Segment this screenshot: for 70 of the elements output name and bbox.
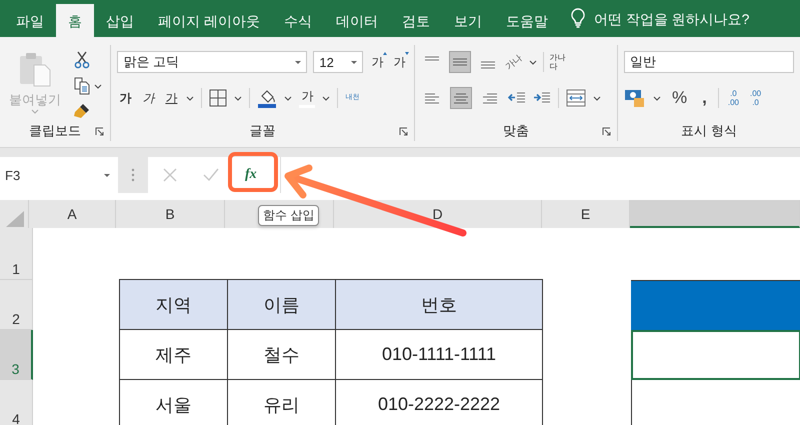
italic-button[interactable]: 가 (140, 90, 156, 106)
grip-icon (131, 168, 135, 182)
chevron-icon[interactable] (186, 96, 194, 100)
copy-icon[interactable] (74, 77, 90, 95)
name-box[interactable]: F3 (0, 157, 118, 193)
ribbon-tab[interactable]: 보기 (442, 4, 494, 37)
insert-function-button[interactable]: fx (245, 167, 257, 183)
chevron-icon[interactable] (322, 96, 330, 100)
chevron-icon[interactable] (94, 84, 102, 88)
row-header[interactable]: 4 (0, 380, 33, 425)
middle-align-icon[interactable] (448, 51, 471, 73)
dialog-launcher-icon[interactable] (398, 127, 408, 136)
fill-bucket-icon[interactable] (257, 88, 278, 108)
chevron-icon[interactable] (592, 96, 601, 100)
font-name-dropdown[interactable]: 맑은 고딕 (117, 51, 308, 73)
align-center-icon[interactable] (450, 87, 472, 109)
dialog-launcher-icon[interactable] (95, 127, 104, 136)
font-size-dropdown[interactable]: 12 (313, 51, 364, 73)
percent-button[interactable]: % (668, 88, 692, 108)
bold-button[interactable]: 가 (117, 90, 134, 106)
chevron-icon[interactable] (528, 60, 537, 64)
tooltip: 함수 삽입 (258, 205, 320, 226)
table-header-cell: 번호 (335, 279, 543, 330)
lightbulb-icon (570, 8, 586, 28)
chevron-icon[interactable] (234, 96, 242, 100)
number-format-dropdown[interactable]: 일반 (624, 51, 794, 73)
column-header[interactable]: A (29, 200, 116, 228)
table-header-cell: 지역 (119, 279, 228, 330)
increase-font-size-button[interactable]: 가 (369, 54, 386, 70)
tell-me-search[interactable]: 어떤 작업을 원하시나요? (594, 4, 750, 37)
dialog-launcher-icon[interactable] (602, 127, 611, 136)
ribbon-tab[interactable]: 홈 (56, 4, 94, 37)
chevron-icon[interactable] (653, 96, 661, 100)
increase-indent-icon[interactable] (532, 91, 551, 105)
row-header[interactable]: 2 (0, 280, 33, 330)
font-color-button[interactable]: 가 (299, 88, 316, 108)
ribbon-tab[interactable]: 데이터 (324, 4, 390, 37)
row-header[interactable]: 3 (0, 330, 33, 380)
ribbon-tab[interactable]: 검토 (390, 4, 442, 37)
decimal-button[interactable]: .0 .00 (726, 89, 741, 107)
borders-icon[interactable] (209, 89, 228, 107)
group-title: 글꼴 (249, 122, 276, 140)
table-header-cell: 이름 (227, 279, 336, 330)
group-title: 표시 형식 (681, 122, 737, 140)
comma-button[interactable]: , (698, 88, 711, 108)
orientation-button[interactable]: 가나 (502, 51, 525, 73)
decrease-font-size-button[interactable]: 가 (391, 54, 408, 70)
merge-center-icon[interactable] (566, 89, 586, 107)
formula-input[interactable] (281, 157, 800, 193)
decrease-indent-icon[interactable] (508, 91, 526, 105)
ribbon-tab[interactable]: 파일 (4, 4, 56, 37)
ribbon-tab[interactable]: 수식 (272, 4, 324, 37)
format-painter-icon[interactable] (74, 103, 90, 119)
column-header[interactable]: E (542, 200, 630, 228)
column-header[interactable]: B (116, 200, 225, 228)
ribbon-tab[interactable]: 삽입 (94, 4, 146, 37)
decimal-button[interactable]: .00 .0 (748, 89, 764, 107)
active-cell[interactable] (631, 330, 800, 380)
underline-button[interactable]: 가 (163, 90, 180, 106)
currency-icon[interactable] (624, 88, 646, 108)
row-header[interactable]: 1 (0, 228, 33, 280)
highlight-frame (228, 152, 278, 192)
wrap-text-button[interactable]: 가나다 (550, 53, 568, 71)
group-title: 클립보드 (29, 122, 82, 140)
chevron-icon[interactable] (284, 96, 292, 100)
enter-check-icon[interactable] (203, 168, 219, 182)
group-title: 맞춤 (502, 122, 529, 140)
ribbon-tab[interactable]: 페이지 레이아웃 (146, 4, 272, 37)
scissors-icon[interactable] (74, 51, 90, 69)
ribbon-tab[interactable]: 도움말 (494, 4, 560, 37)
